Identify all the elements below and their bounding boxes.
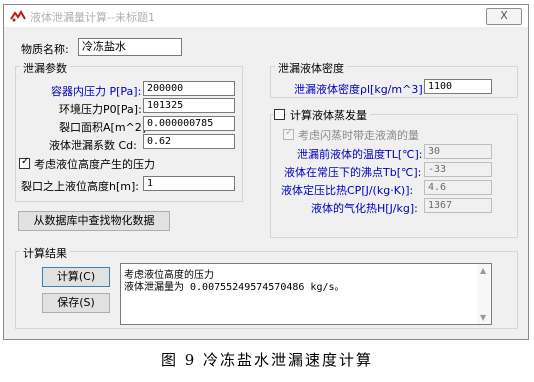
density-title: 泄漏液体密度 <box>275 60 347 76</box>
height-pressure-label: 考虑液位高度产生的压力 <box>34 158 155 171</box>
title-bar: 液体泄漏量计算--未标题1 X <box>4 5 528 27</box>
evaporation-label: 计算液体蒸发量 <box>287 107 370 123</box>
checkmark-icon: ✓ <box>285 127 294 138</box>
density-input[interactable]: 1100 <box>424 79 492 94</box>
scroll-down-icon[interactable]: ▼ <box>480 313 486 322</box>
hole-area-input[interactable]: 0.000000785 <box>143 116 235 131</box>
hole-area-label: 裂口面积A[m^2]: <box>59 121 150 134</box>
liquid-height-label: 裂口之上液位高度h[m]: <box>21 180 139 193</box>
material-name-input[interactable]: 冷冻盐水 <box>78 38 182 56</box>
vaporization-heat-label: 液体的气化热H[J/kg]: <box>311 202 418 215</box>
liquid-height-input[interactable]: 1 <box>143 176 235 191</box>
liquid-temp-input[interactable]: 30 <box>424 144 492 159</box>
database-lookup-button[interactable]: 从数据库中查找物化数据 <box>18 211 170 231</box>
close-button[interactable]: X <box>486 8 522 25</box>
pressure-input[interactable]: 200000 <box>143 81 235 96</box>
vaporization-heat-input[interactable]: 1367 <box>424 198 492 213</box>
results-textarea[interactable]: 考虑液位高度的压力 液体泄漏量为 0.00755249574570486 kg/… <box>120 263 492 325</box>
evaporation-checkbox[interactable] <box>274 109 285 120</box>
results-title: 计算结果 <box>20 245 70 261</box>
results-scrollbar[interactable]: ▲ ▼ <box>477 264 491 324</box>
discharge-coef-label: 液体泄漏系数 Cd: <box>49 139 137 152</box>
app-icon <box>10 10 26 22</box>
checkmark-icon: ✓ <box>21 156 30 167</box>
discharge-coef-input[interactable]: 0.62 <box>143 134 235 149</box>
ambient-pressure-input[interactable]: 101325 <box>143 98 235 113</box>
flash-droplet-label: 考虑闪蒸时带走液滴的量 <box>298 129 419 142</box>
figure-caption: 图 9 冷冻盐水泄漏速度计算 <box>160 351 374 369</box>
calculate-button[interactable]: 计算(C) <box>42 267 110 287</box>
liquid-temp-label: 泄漏前液体的温度TL[℃]: <box>297 148 423 161</box>
material-label: 物质名称: <box>21 43 69 56</box>
boiling-point-label: 液体在常压下的沸点Tb[℃]: <box>284 166 422 179</box>
result-line: 液体泄漏量为 0.00755249574570486 kg/s。 <box>124 282 345 293</box>
ambient-pressure-label: 环境压力P0[Pa]: <box>59 103 142 116</box>
scroll-up-icon[interactable]: ▲ <box>480 266 486 275</box>
calculator-window: 液体泄漏量计算--未标题1 X 物质名称: 冷冻盐水 泄漏参数 容器内压力 P[… <box>3 4 529 340</box>
window-title: 液体泄漏量计算--未标题1 <box>30 11 155 24</box>
density-label: 泄漏液体密度ρl[kg/m^3]: <box>294 83 427 96</box>
pressure-label: 容器内压力 P[Pa]: <box>51 85 142 98</box>
leak-params-title: 泄漏参数 <box>20 60 70 76</box>
boiling-point-input[interactable]: -33 <box>424 162 492 177</box>
flash-droplet-checkbox[interactable]: ✓ <box>283 127 294 140</box>
specific-heat-input[interactable]: 4.6 <box>424 180 492 195</box>
height-pressure-checkbox[interactable]: ✓ <box>19 156 30 169</box>
save-button[interactable]: 保存(S) <box>42 293 110 313</box>
specific-heat-label: 液体定压比热CP[J/(kg·K)]: <box>281 184 414 197</box>
